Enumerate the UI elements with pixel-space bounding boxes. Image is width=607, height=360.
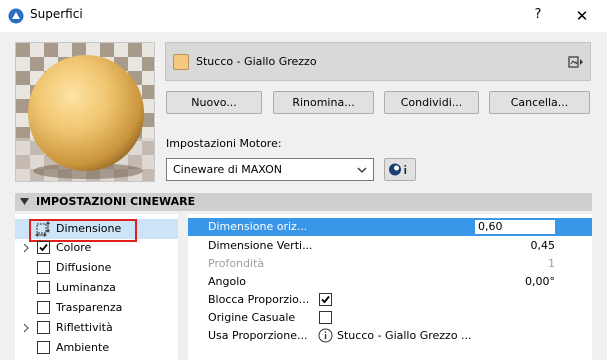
channel-checkbox[interactable] [37, 321, 50, 334]
prop-label: Profondità [208, 257, 265, 270]
prop-value: 1 [548, 257, 555, 270]
engine-select-value: Cineware di MAXON [173, 163, 283, 176]
prop-row-height[interactable]: Dimensione Verti... 0,45 [188, 237, 592, 255]
title-bar: Superfici ? ✕ [0, 0, 607, 32]
prop-label: Origine Casuale [208, 311, 296, 324]
window-title: Superfici [30, 7, 83, 21]
engine-info-button[interactable] [384, 158, 416, 181]
engine-select[interactable]: Cineware di MAXON [166, 158, 374, 181]
material-preview [15, 42, 155, 182]
prop-row-use-proportions[interactable]: Usa Proporzione... Stucco - Giallo Grezz… [188, 327, 592, 345]
lock-proportions-checkbox[interactable] [319, 293, 332, 306]
prop-row-random-origin[interactable]: Origine Casuale [188, 309, 592, 327]
chevron-down-icon [357, 167, 367, 173]
channel-item-color[interactable]: Colore [15, 238, 178, 258]
channel-item-environment[interactable]: Ambiente [15, 338, 178, 358]
channel-checkbox[interactable] [37, 341, 50, 354]
prop-label: Dimensione oriz... [208, 220, 308, 233]
channel-label: Diffusione [56, 261, 112, 274]
prop-value[interactable]: 0,00° [525, 275, 555, 288]
prop-label: Angolo [208, 275, 246, 288]
material-menu-icon[interactable] [568, 54, 584, 70]
channel-item-transparency[interactable]: Trasparenza [15, 298, 178, 318]
close-button[interactable]: ✕ [571, 5, 593, 27]
material-name: Stucco - Giallo Grezzo [196, 55, 317, 68]
random-origin-checkbox[interactable] [319, 311, 332, 324]
prop-row-angle[interactable]: Angolo 0,00° [188, 273, 592, 291]
channel-checkbox[interactable] [37, 301, 50, 314]
channel-list: Dimensione Colore Diffusione Luminanza T… [15, 214, 178, 360]
rename-button[interactable]: Rinomina... [273, 91, 374, 114]
prop-label: Blocca Proporzio... [208, 293, 310, 306]
prop-label: Dimensione Verti... [208, 239, 313, 252]
channel-item-reflectance[interactable]: Riflettività [15, 318, 178, 338]
prop-label: Usa Proporzione... [208, 329, 308, 342]
info-icon[interactable] [318, 328, 333, 343]
channel-item-luminance[interactable]: Luminanza [15, 278, 178, 298]
channel-checkbox[interactable] [37, 261, 50, 274]
engine-settings-label: Impostazioni Motore: [166, 137, 282, 150]
material-color-swatch [173, 54, 189, 70]
chevron-right-icon[interactable] [22, 323, 30, 333]
properties-panel: Dimensione oriz... 0,60 Dimensione Verti… [188, 214, 592, 360]
archicad-app-icon [8, 8, 24, 24]
prop-row-depth: Profondità 1 [188, 255, 592, 273]
prop-value[interactable]: 0,45 [531, 239, 556, 252]
cinema4d-info-icon [389, 163, 407, 176]
prop-row-lock-proportions[interactable]: Blocca Proporzio... [188, 291, 592, 309]
channel-checkbox[interactable] [37, 281, 50, 294]
share-button[interactable]: Condividi... [384, 91, 479, 114]
channel-label: Riflettività [56, 321, 113, 334]
cineware-settings-header[interactable]: IMPOSTAZIONI CINEWARE [15, 193, 592, 211]
help-button[interactable]: ? [528, 5, 548, 25]
delete-button[interactable]: Cancella... [489, 91, 590, 114]
chevron-right-icon[interactable] [22, 243, 30, 253]
channel-item-diffusion[interactable]: Diffusione [15, 258, 178, 278]
collapse-triangle-icon [20, 198, 29, 205]
channel-checkbox[interactable] [37, 241, 50, 254]
width-value-input[interactable]: 0,60 [474, 219, 556, 235]
channel-label: Colore [56, 241, 92, 254]
channel-label: Ambiente [56, 341, 110, 354]
channel-label: Luminanza [56, 281, 116, 294]
channel-item-dimension[interactable]: Dimensione [15, 219, 178, 242]
new-button[interactable]: Nuovo... [166, 91, 262, 114]
channel-label: Trasparenza [56, 301, 123, 314]
material-selector[interactable]: Stucco - Giallo Grezzo [165, 42, 591, 81]
section-title: IMPOSTAZIONI CINEWARE [36, 195, 196, 208]
prop-row-width[interactable]: Dimensione oriz... 0,60 [188, 218, 592, 236]
proportion-source-link[interactable]: Stucco - Giallo Grezzo ... [337, 329, 472, 342]
